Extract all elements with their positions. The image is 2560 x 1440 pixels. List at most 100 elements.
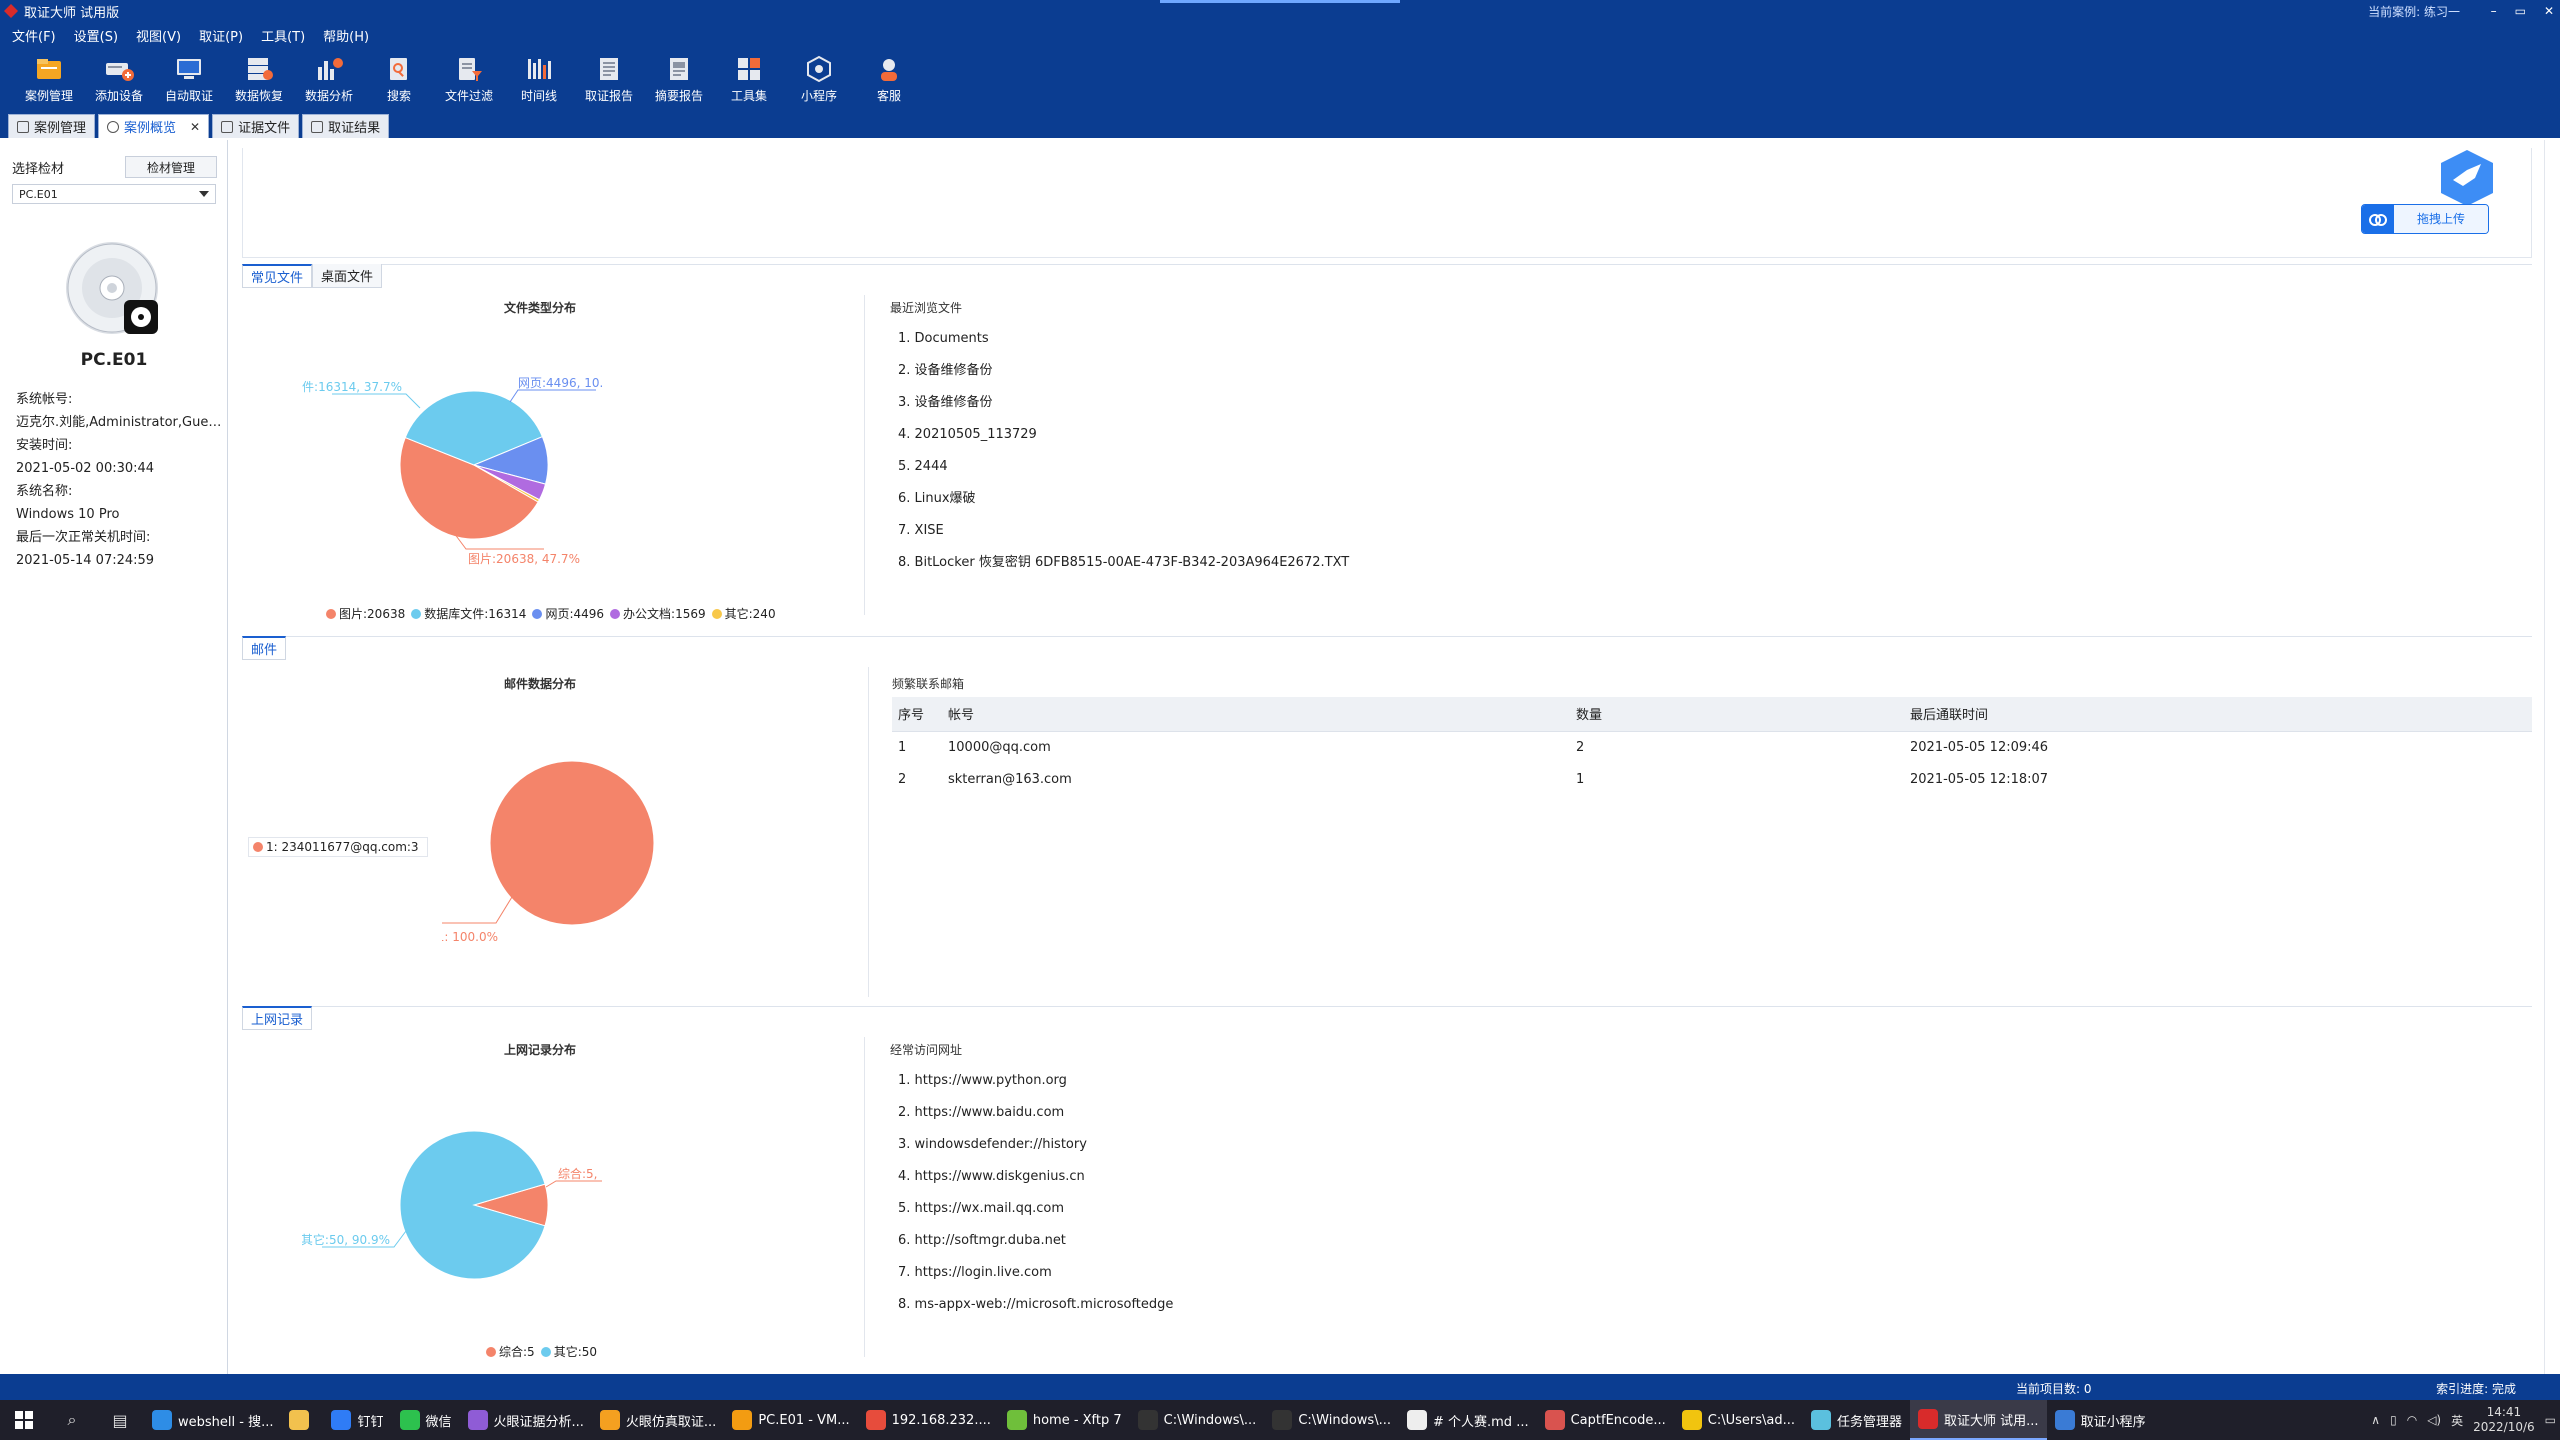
taskbar-app[interactable]: 钉钉	[323, 1400, 391, 1440]
customer-service-button[interactable]: 客服	[854, 48, 924, 110]
table-row[interactable]: 1 10000@qq.com 2 2021-05-05 12:09:46	[892, 731, 2532, 763]
list-item[interactable]: 6. http://softmgr.duba.net	[898, 1225, 1173, 1257]
taskbar-app[interactable]: PC.E01 - VM...	[724, 1400, 857, 1440]
col-count[interactable]: 数量	[1570, 697, 1904, 732]
mini-program-button[interactable]: 小程序	[784, 48, 854, 110]
network-icon[interactable]: ◠	[2407, 1413, 2417, 1427]
menu-settings[interactable]: 设置(S)	[74, 26, 118, 45]
list-item[interactable]: 7. XISE	[898, 515, 1349, 547]
volume-icon[interactable]: ◁)	[2427, 1413, 2441, 1427]
taskbar-app[interactable]: 微信	[392, 1400, 460, 1440]
list-item[interactable]: 4. 20210505_113729	[898, 419, 1349, 451]
col-account[interactable]: 帐号	[942, 697, 1570, 732]
list-item[interactable]: 6. Linux爆破	[898, 483, 1349, 515]
taskbar-app[interactable]: home - Xftp 7	[999, 1400, 1130, 1440]
col-last-contact[interactable]: 最后通联时间	[1904, 697, 2532, 732]
list-item[interactable]: 5. https://wx.mail.qq.com	[898, 1193, 1173, 1225]
list-item[interactable]: 4. https://www.diskgenius.cn	[898, 1161, 1173, 1193]
data-analysis-button[interactable]: 数据分析	[294, 48, 364, 110]
add-device-icon	[104, 55, 134, 83]
windows-taskbar: ⌕ ▤ webshell - 搜... 钉钉 微信 火眼证据分析... 火眼仿真取证..…	[0, 1400, 2560, 1440]
taskbar-app[interactable]: 192.168.232....	[858, 1400, 999, 1440]
tab-mail[interactable]: 邮件	[242, 636, 287, 660]
battery-icon[interactable]: ▯	[2390, 1413, 2397, 1427]
evidence-side-panel: 选择检材 检材管理 PC.E01 PC.E01 系统帐号: 迈克尔.刘能,Adm…	[0, 140, 228, 1374]
summary-report-button[interactable]: 摘要报告	[644, 48, 714, 110]
list-item[interactable]: 8. ms-appx-web://microsoft.microsoftedge	[898, 1289, 1173, 1321]
taskbar-app[interactable]: 任务管理器	[1803, 1400, 1910, 1440]
close-tab-icon[interactable]: ✕	[190, 120, 200, 134]
forensic-report-button[interactable]: 取证报告	[574, 48, 644, 110]
vertical-scrollbar[interactable]	[2544, 140, 2560, 1374]
add-device-button[interactable]: 添加设备	[84, 48, 154, 110]
clock[interactable]: 14:41 2022/10/6	[2473, 1405, 2535, 1435]
search-button[interactable]: 搜索	[364, 48, 434, 110]
drag-upload-button[interactable]: 拖拽上传	[2361, 204, 2489, 234]
tab-case-management[interactable]: 案例管理	[8, 114, 96, 138]
tab-case-overview[interactable]: 案例概览 ✕	[98, 114, 210, 138]
minimize-button[interactable]: –	[2491, 0, 2497, 22]
start-button[interactable]	[0, 1400, 48, 1440]
pie-slice-1: 234011677@qq.com[interactable]	[489, 760, 655, 926]
table-row[interactable]: 2 skterran@163.com 1 2021-05-05 12:18:07	[892, 763, 2532, 795]
list-item[interactable]: 8. BitLocker 恢复密钥 6DFB8515-00AE-473F-B34…	[898, 547, 1349, 579]
web-chart-title: 上网记录分布	[504, 1043, 577, 1057]
menu-help[interactable]: 帮助(H)	[323, 26, 369, 45]
timeline-icon	[524, 55, 554, 83]
taskbar-app[interactable]: # 个人赛.md ...	[1399, 1400, 1537, 1440]
list-item[interactable]: 7. https://login.live.com	[898, 1257, 1173, 1289]
item-count-status: 当前项目数: 0	[2016, 1382, 2092, 1396]
list-item[interactable]: 3. windowsdefender://history	[898, 1129, 1173, 1161]
tab-evidence-files[interactable]: 证据文件	[212, 114, 300, 138]
taskbar-app[interactable]: C:\Windows\...	[1264, 1400, 1399, 1440]
taskbar-app[interactable]: 火眼仿真取证...	[592, 1400, 724, 1440]
menu-tools[interactable]: 工具(T)	[261, 26, 305, 45]
timeline-button[interactable]: 时间线	[504, 48, 574, 110]
restore-button[interactable]: ▭	[2515, 0, 2526, 22]
tab-web-history[interactable]: 上网记录	[242, 1006, 313, 1030]
ime-icon[interactable]: 英	[2451, 1412, 2463, 1429]
legend-database-files: 数据库文件:16314	[411, 605, 526, 622]
toolset-button[interactable]: 工具集	[714, 48, 784, 110]
taskbar-app[interactable]: 火眼证据分析...	[460, 1400, 592, 1440]
upload-area[interactable]: 拖拽上传	[242, 148, 2532, 258]
taskbar-app[interactable]: C:\Users\ad...	[1674, 1400, 1803, 1440]
evidence-management-button[interactable]: 检材管理	[125, 156, 217, 178]
menu-view[interactable]: 视图(V)	[136, 26, 181, 45]
list-item[interactable]: 1. Documents	[898, 323, 1349, 355]
list-item[interactable]: 1. https://www.python.org	[898, 1065, 1173, 1097]
taskbar-app[interactable]: 取证大师 试用...	[1910, 1400, 2047, 1440]
taskbar-app[interactable]: webshell - 搜...	[144, 1400, 281, 1440]
main-toolbar: 案例管理 添加设备 自动取证 数据恢复 数据分析 搜索 文件过滤 时间线 取证报…	[0, 48, 2560, 110]
list-item[interactable]: 2. https://www.baidu.com	[898, 1097, 1173, 1129]
data-recovery-button[interactable]: 数据恢复	[224, 48, 294, 110]
app-icon	[1918, 1409, 1939, 1429]
taskbar-app[interactable]	[281, 1400, 323, 1440]
menu-forensics[interactable]: 取证(P)	[199, 26, 243, 45]
evidence-select[interactable]: PC.E01	[12, 184, 216, 204]
file-filter-button[interactable]: 文件过滤	[434, 48, 504, 110]
close-window-button[interactable]: ✕	[2544, 0, 2554, 22]
col-index[interactable]: 序号	[892, 697, 942, 732]
menu-file[interactable]: 文件(F)	[12, 26, 56, 45]
tab-desktop-files[interactable]: 桌面文件	[312, 264, 383, 288]
case-management-button[interactable]: 案例管理	[14, 48, 84, 110]
auto-forensic-button[interactable]: 自动取证	[154, 48, 224, 110]
tab-common-files[interactable]: 常见文件	[242, 264, 313, 288]
task-view-icon[interactable]: ▤	[96, 1400, 144, 1440]
taskbar-app[interactable]: 取证小程序	[2047, 1400, 2154, 1440]
taskbar-app[interactable]: CaptfEncode...	[1537, 1400, 1674, 1440]
chevron-up-icon[interactable]: ∧	[2371, 1413, 2380, 1427]
tab-forensic-results[interactable]: 取证结果	[302, 114, 390, 138]
list-item[interactable]: 2. 设备维修备份	[898, 355, 1349, 387]
app-icon	[1272, 1410, 1293, 1430]
notification-icon[interactable]: ▭	[2545, 1413, 2556, 1427]
list-item[interactable]: 3. 设备维修备份	[898, 387, 1349, 419]
pie-callout-line	[442, 896, 513, 924]
app-icon	[152, 1410, 172, 1430]
taskbar-app[interactable]: C:\Windows\...	[1130, 1400, 1265, 1440]
taskbar-app-label: 任务管理器	[1837, 1414, 1903, 1430]
app-icon	[331, 1410, 352, 1430]
search-icon[interactable]: ⌕	[48, 1400, 96, 1440]
list-item[interactable]: 5. 2444	[898, 451, 1349, 483]
